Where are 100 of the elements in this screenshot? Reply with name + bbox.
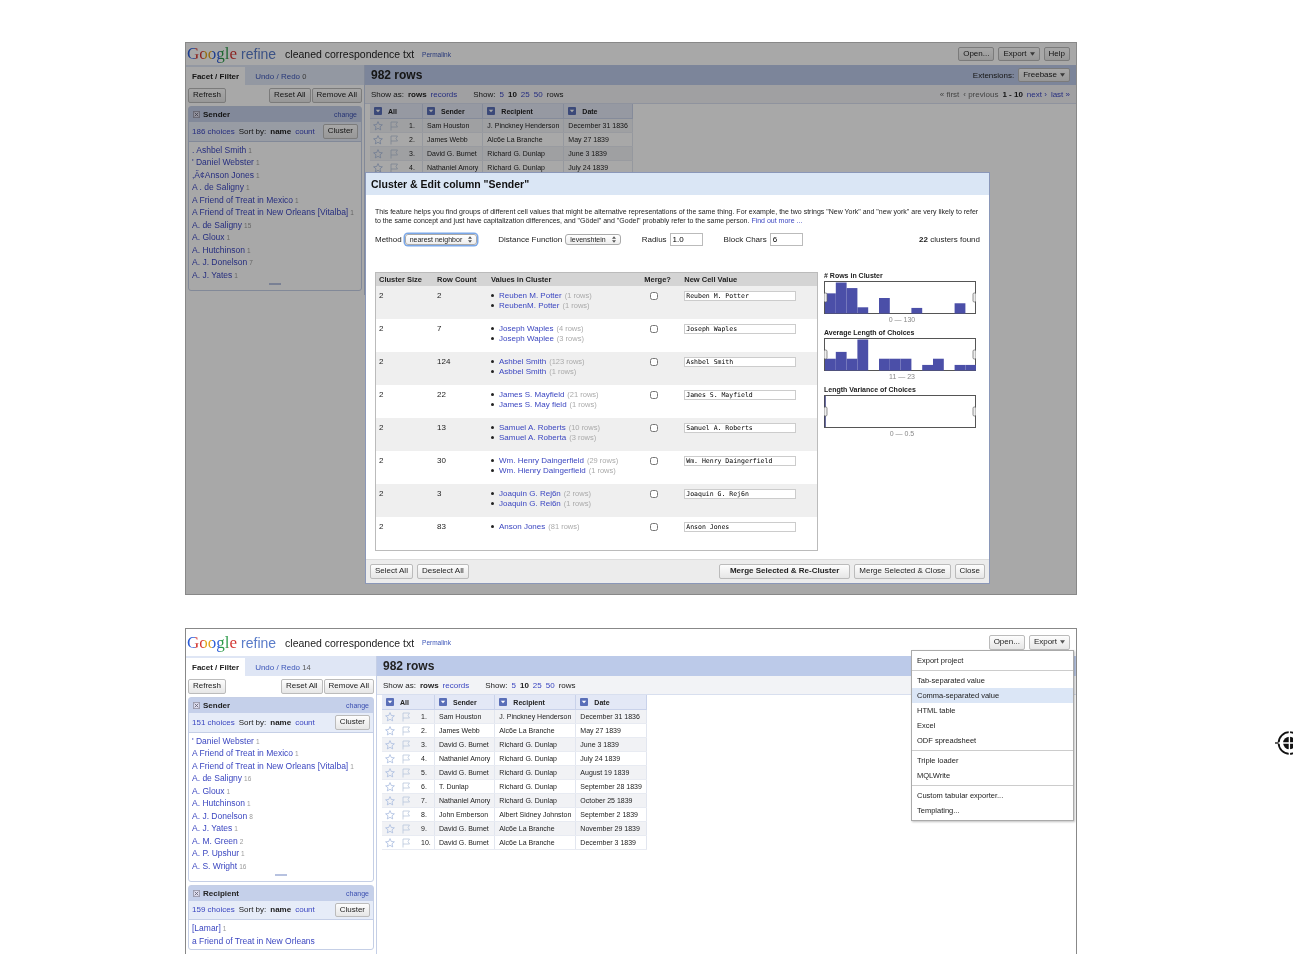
star-icon[interactable] <box>373 148 383 159</box>
cluster-value[interactable]: Samuel A. Roberta <box>499 432 567 442</box>
toolbar-button[interactable]: Open... <box>988 635 1025 650</box>
facet-choice[interactable]: A . de Saligny <box>192 182 244 193</box>
panel-button[interactable]: Reset All <box>268 88 311 103</box>
dropdown-icon[interactable] <box>374 107 382 115</box>
close-icon[interactable] <box>193 889 200 897</box>
facet-choice[interactable]: A. M. Green <box>192 835 238 846</box>
cluster-value[interactable]: Ashbel Smith <box>499 357 547 367</box>
facet-choice[interactable]: A. Gloux <box>192 232 225 243</box>
dropdown-icon[interactable] <box>487 107 496 115</box>
cluster-button[interactable]: Cluster <box>334 902 370 918</box>
flag-icon[interactable] <box>401 795 411 806</box>
facet-choice[interactable]: A Friend of Treat in Mexico <box>192 748 294 759</box>
choices-count-link[interactable]: 186 choices <box>192 126 235 136</box>
facet-choice[interactable]: A Friend of Treat in New Orleans [Vitalba] <box>192 207 349 218</box>
cluster-value[interactable]: Reuben M. Potter <box>499 291 562 301</box>
flag-icon[interactable] <box>389 148 399 159</box>
sort-option[interactable]: count <box>295 905 315 915</box>
facet-choice[interactable]: A. J. Yates <box>192 823 233 834</box>
page-size-option[interactable]: 5 <box>511 680 516 690</box>
cluster-button[interactable]: Cluster <box>322 123 358 139</box>
histogram-drawing[interactable] <box>824 338 976 371</box>
merge-checkbox[interactable] <box>650 292 659 300</box>
facet-choice[interactable]: A. de Saligny <box>192 773 243 784</box>
star-icon[interactable] <box>385 781 395 792</box>
cluster-value[interactable]: Anson Jones <box>499 522 546 532</box>
view-mode-option[interactable]: records <box>442 680 470 690</box>
panel-button[interactable]: Remove All <box>323 679 374 694</box>
close-icon[interactable] <box>193 110 200 118</box>
star-icon[interactable] <box>385 753 395 764</box>
dropdown-icon[interactable] <box>580 698 589 706</box>
flag-icon[interactable] <box>389 134 399 145</box>
dialog-button[interactable]: Close <box>954 564 985 579</box>
facet-choice[interactable]: ,Ä¢Anson Jones <box>192 169 254 180</box>
cluster-value[interactable]: James S. Mayfield <box>499 390 565 400</box>
cluster-value[interactable]: James S. May field <box>499 399 567 409</box>
merge-checkbox[interactable] <box>650 523 659 531</box>
cluster-value[interactable]: Asbbel Smith <box>499 366 547 376</box>
histogram-drawing[interactable] <box>824 281 976 314</box>
star-icon[interactable] <box>385 795 395 806</box>
facet-choice[interactable]: A. Hutchinson <box>192 798 245 809</box>
dialog-button[interactable]: Merge Selected & Close <box>854 564 951 579</box>
flag-icon[interactable] <box>401 711 411 722</box>
star-icon[interactable] <box>385 837 395 848</box>
dropdown-icon[interactable] <box>568 107 577 115</box>
choices-count-link[interactable]: 159 choices <box>192 905 235 915</box>
toolbar-button[interactable]: Help <box>1043 46 1070 62</box>
view-mode-option[interactable]: rows <box>419 680 439 690</box>
facet-choice[interactable]: A. Hutchinson <box>192 244 245 255</box>
pager-link[interactable]: next › <box>1026 89 1047 99</box>
cluster-value[interactable]: Joaquin G. Rej6n <box>499 489 561 499</box>
facet-choice[interactable]: A. J. Yates <box>192 269 233 280</box>
cluster-value[interactable]: Samuel A. Roberts <box>499 423 566 433</box>
star-icon[interactable] <box>373 162 383 173</box>
merge-checkbox[interactable] <box>650 325 659 333</box>
star-icon[interactable] <box>385 725 395 736</box>
panel-button[interactable]: Remove All <box>311 88 362 103</box>
flag-icon[interactable] <box>389 162 399 173</box>
facet-choice[interactable]: A Friend of Treat in Mexico <box>192 194 294 205</box>
dialog-button[interactable]: Deselect All <box>416 564 469 579</box>
view-mode-option[interactable]: rows <box>407 89 427 99</box>
flag-icon[interactable] <box>401 781 411 792</box>
facet-choice[interactable]: . Ashbel Smith <box>192 144 247 155</box>
cluster-value[interactable]: Joaquin G. Rei6n <box>499 498 561 508</box>
page-size-option[interactable]: 10 <box>507 89 517 99</box>
panel-button[interactable]: Refresh <box>188 88 226 103</box>
panel-tab[interactable]: Facet / Filter <box>186 67 246 85</box>
extensions-button[interactable]: Freebase <box>1018 67 1070 83</box>
cluster-value[interactable]: Wm. Henry Daingerfield <box>499 456 584 466</box>
histogram-drawing[interactable] <box>824 395 976 428</box>
star-icon[interactable] <box>385 767 395 778</box>
facet-choice[interactable]: A. J. Donelson <box>192 810 248 821</box>
facet-choice[interactable]: A. de Saligny <box>192 219 243 230</box>
sort-option[interactable]: name <box>270 126 292 136</box>
toolbar-button[interactable]: Open... <box>958 46 995 62</box>
panel-button[interactable]: Refresh <box>188 679 226 694</box>
view-mode-option[interactable]: records <box>430 89 458 99</box>
facet-choice[interactable]: A. S. Wright <box>192 860 238 871</box>
toolbar-button[interactable]: Export <box>998 46 1040 62</box>
cluster-value[interactable]: ReubenM. Potter <box>499 300 560 310</box>
merge-checkbox[interactable] <box>650 457 659 465</box>
flag-icon[interactable] <box>401 739 411 750</box>
merge-checkbox[interactable] <box>650 391 659 399</box>
merge-checkbox[interactable] <box>650 358 659 366</box>
facet-choice[interactable]: A. Gloux <box>192 785 225 796</box>
cluster-value[interactable]: Wm. Hienry Daingerfield <box>499 465 586 475</box>
facet-choice[interactable]: A Friend of Treat in New Orleans [Vitalba] <box>192 760 349 771</box>
cluster-value[interactable]: Joseph Waples <box>499 324 554 334</box>
page-size-option[interactable]: 5 <box>499 89 504 99</box>
star-icon[interactable] <box>385 809 395 820</box>
dropdown-icon[interactable] <box>499 698 508 706</box>
panel-button[interactable]: Reset All <box>280 679 323 694</box>
dropdown-icon[interactable] <box>427 107 435 115</box>
star-icon[interactable] <box>373 120 383 131</box>
sort-option[interactable]: name <box>270 905 292 915</box>
sort-option[interactable]: name <box>270 717 292 727</box>
star-icon[interactable] <box>385 823 395 834</box>
dropdown-icon[interactable] <box>386 698 394 706</box>
merge-checkbox[interactable] <box>650 424 659 432</box>
